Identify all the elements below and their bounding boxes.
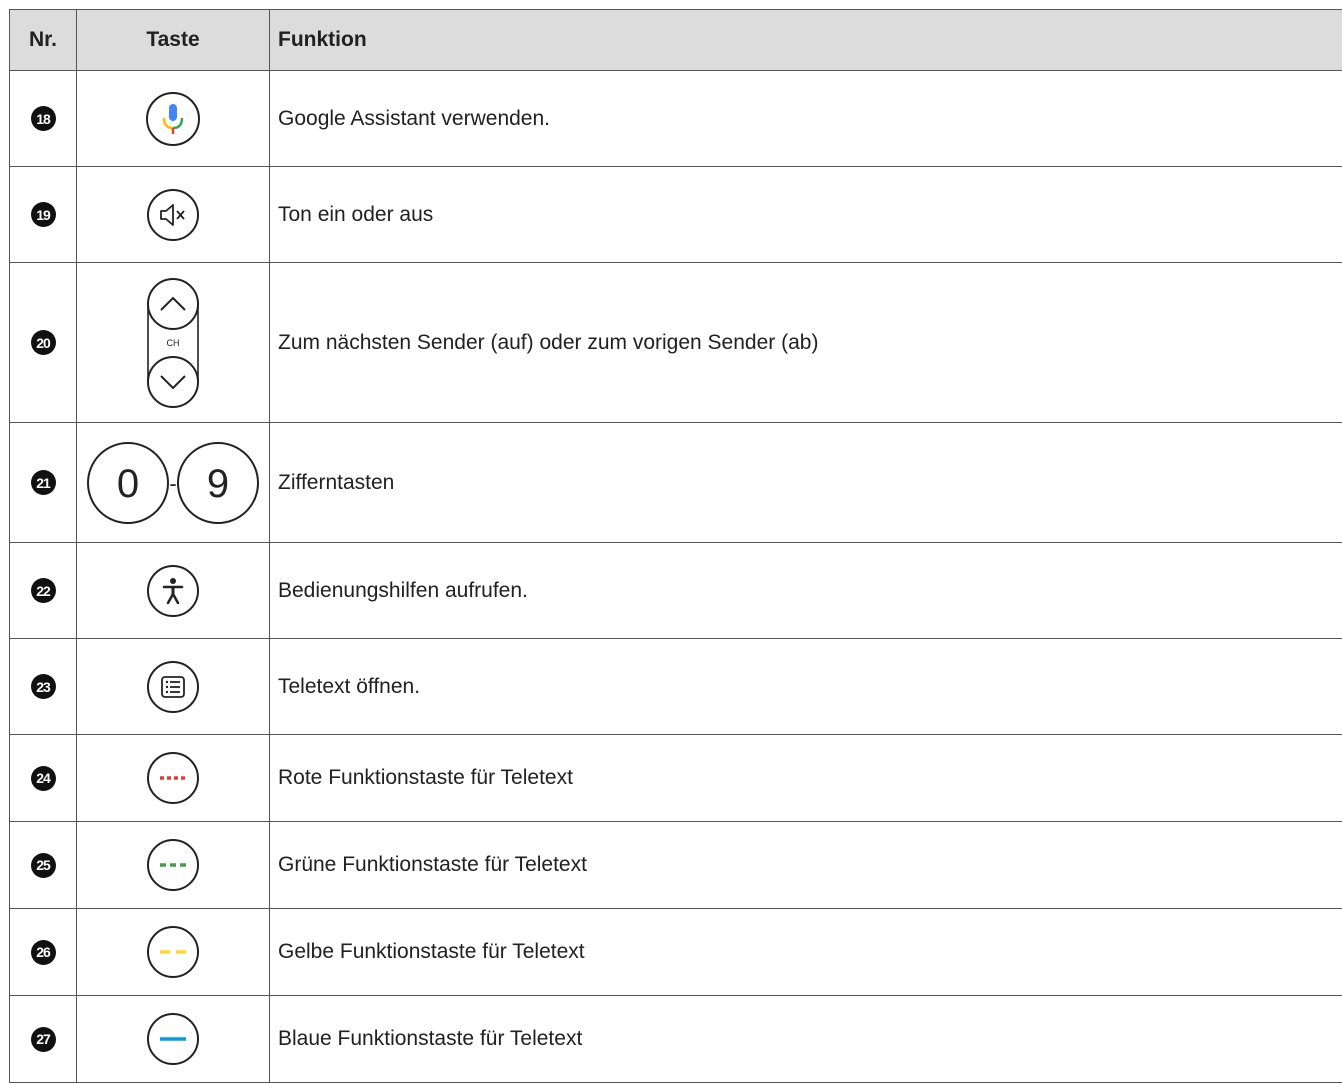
digit-nine: 9 [207,462,229,506]
function-text: Zifferntasten [270,423,1342,542]
row-number: 27 [30,1026,56,1052]
table-row: 22 Bedienungshilfen aufrufen. [10,543,1342,639]
function-text: Blaue Funktionstaste für Teletext [270,996,1342,1082]
table-row: 21 0 - 9 Zifferntasten [10,423,1342,543]
function-text: Grüne Funktionstaste für Teletext [270,822,1342,908]
function-text: Bedienungshilfen aufrufen. [270,543,1342,638]
row-number: 21 [30,470,56,495]
row-number: 25 [30,852,56,878]
table-row: 24 Rote Funktionstaste für Teletext [10,735,1342,822]
function-text: Rote Funktionstaste für Teletext [270,735,1342,821]
function-text: Zum nächsten Sender (auf) oder zum vorig… [270,263,1342,422]
mute-icon [147,188,199,241]
digit-range-dash: - [169,471,176,496]
green-button-icon [147,839,199,891]
digit-keys-icon: 0 - 9 [87,441,259,524]
function-text: Ton ein oder aus [270,167,1342,262]
function-text: Teletext öffnen. [270,639,1342,734]
table-row: 18 Google Assistant verwenden. [10,71,1342,167]
remote-keys-table: Nr. Taste Funktion 18 Google Assistant v… [9,9,1342,1083]
row-number: 26 [30,939,56,965]
table-row: 20 CH Zum nächsten Sender (auf) oder zum… [10,263,1342,423]
row-number: 19 [30,202,56,227]
microphone-icon [146,91,200,146]
row-number: 22 [30,578,56,603]
row-number: 18 [30,106,56,131]
table-row: 19 Ton ein oder aus [10,167,1342,263]
table-row: 25 Grüne Funktionstaste für Teletext [10,822,1342,909]
function-text: Google Assistant verwenden. [270,71,1342,166]
red-button-icon [147,752,199,804]
yellow-button-icon [147,926,199,978]
channel-up-down-icon: CH [147,277,199,408]
digit-zero: 0 [117,462,139,506]
table-row: 26 Gelbe Funktionstaste für Teletext [10,909,1342,996]
row-number: 23 [30,674,56,699]
table-row: 23 Teletext öffnen. [10,639,1342,735]
header-function: Funktion [270,10,1342,70]
function-text: Gelbe Funktionstaste für Teletext [270,909,1342,995]
blue-button-icon [147,1013,199,1065]
accessibility-icon [147,564,199,617]
row-number: 20 [30,330,56,355]
table-header-row: Nr. Taste Funktion [10,10,1342,71]
ch-label: CH [167,338,180,348]
header-key: Taste [77,10,270,70]
header-nr: Nr. [10,10,77,70]
table-row: 27 Blaue Funktionstaste für Teletext [10,996,1342,1083]
row-number: 24 [30,765,56,791]
teletext-icon [147,660,199,713]
